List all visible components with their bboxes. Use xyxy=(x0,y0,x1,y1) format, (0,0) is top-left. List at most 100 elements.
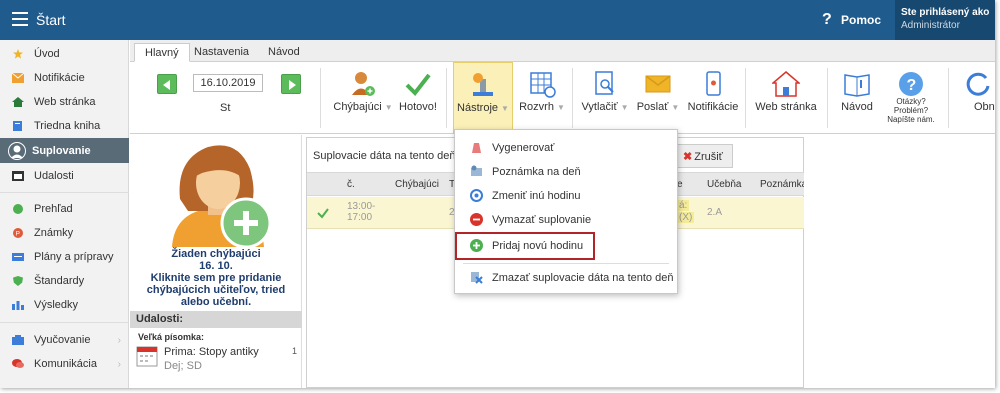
divider xyxy=(827,68,828,128)
cancel-button[interactable]: ✖ Zrušiť xyxy=(677,144,733,168)
column-header[interactable]: Chýbajúci xyxy=(395,179,439,190)
notifications-label: Notifikácie xyxy=(687,101,739,113)
menu-item-day-note[interactable]: Poznámka na deň xyxy=(455,160,677,184)
absent-panel[interactable]: Žiaden chýbajúci 16. 10. Kliknite sem pr… xyxy=(130,135,302,388)
svg-text:P: P xyxy=(16,231,21,238)
check-circle-icon xyxy=(13,204,23,214)
user-info[interactable]: Ste prihlásený ako Administrátor xyxy=(895,0,995,40)
sidebar-item-label: Úvod xyxy=(34,48,60,60)
sidebar-item-prehlad[interactable]: Prehľad xyxy=(0,197,129,221)
manual-book-icon xyxy=(844,74,870,97)
refresh-button[interactable]: Obno xyxy=(956,62,995,134)
plan-icon xyxy=(12,253,24,261)
cancel-label: Zrušiť xyxy=(694,151,723,163)
divider xyxy=(745,68,746,128)
sidebar-item-label: Notifikácie xyxy=(34,72,85,84)
tools-label: Nástroje xyxy=(457,102,499,114)
refresh-icon xyxy=(966,72,990,96)
sidebar-item-vysledky[interactable]: Výsledky xyxy=(0,293,129,317)
menu-item-delete-substitution[interactable]: Vymazať suplovanie xyxy=(455,208,677,232)
sidebar-item-label: Plány a prípravy xyxy=(34,251,114,263)
help-link[interactable]: Pomoc xyxy=(841,13,881,27)
row-cell: (X) xyxy=(677,212,695,223)
contact-button[interactable]: ? Otázky? Problém? Napíšte nám. xyxy=(882,62,940,134)
hamburger-menu-icon[interactable] xyxy=(12,12,28,26)
sidebar-item-triedna-kniha[interactable]: Triedna kniha xyxy=(0,114,129,138)
send-button[interactable]: Poslať ▼ xyxy=(632,62,684,134)
phone-icon xyxy=(706,71,721,96)
schedule-button[interactable]: Rozvrh ▼ xyxy=(514,62,570,134)
done-button[interactable]: Hotovo! xyxy=(398,62,438,134)
event-category: Veľká písomka: xyxy=(138,332,205,342)
sidebar-item-uvod[interactable]: Úvod xyxy=(0,42,129,66)
question-icon[interactable]: ? xyxy=(822,11,832,29)
tab-navod[interactable]: Návod xyxy=(258,43,310,62)
sidebar-item-label: Štandardy xyxy=(34,275,85,287)
dropdown-arrow-icon: ▼ xyxy=(384,103,393,112)
app-title[interactable]: Štart xyxy=(36,12,66,28)
print-button[interactable]: Vytlačiť ▼ xyxy=(578,62,632,134)
question-line3: Napíšte nám. xyxy=(887,115,935,124)
menu-item-label: Vymazať suplovanie xyxy=(492,214,592,226)
dropdown-arrow-icon: ▼ xyxy=(556,103,565,112)
sidebar-item-plany[interactable]: Plány a prípravy xyxy=(0,245,129,269)
notifications-button[interactable]: Notifikácie xyxy=(684,62,742,134)
date-field[interactable] xyxy=(193,74,263,92)
tab-bar: Hlavný Nastavenia Návod xyxy=(130,40,995,62)
chat-icon xyxy=(12,359,24,368)
sidebar-item-standardy[interactable]: Štandardy xyxy=(0,269,129,293)
sidebar-item-vyucovanie[interactable]: Vyučovanie › xyxy=(0,328,129,352)
column-header[interactable]: č. xyxy=(347,179,355,190)
menu-item-add-lesson[interactable]: Pridaj novú hodinu xyxy=(455,232,595,260)
generate-icon xyxy=(472,143,481,153)
dropdown-arrow-icon: ▼ xyxy=(671,103,680,112)
menu-item-erase-day-data[interactable]: Zmazať suplovacie dáta na tento deň xyxy=(455,266,677,290)
sidebar-item-suplovanie[interactable]: Suplovanie xyxy=(0,138,129,163)
previous-day-button[interactable] xyxy=(157,74,177,94)
event-title[interactable]: Prima: Stopy antiky xyxy=(164,346,259,358)
checkmark-icon xyxy=(317,208,329,219)
manual-label: Návod xyxy=(841,101,873,113)
substitution-title: Suplovacie dáta na tento deň e xyxy=(313,150,465,162)
manual-button[interactable]: Návod xyxy=(833,62,881,134)
schedule-label: Rozvrh xyxy=(519,101,554,113)
sidebar-item-komunikacia[interactable]: Komunikácia › xyxy=(0,352,129,376)
event-subtitle: Dej; SD xyxy=(164,360,202,372)
menu-item-generate[interactable]: Vygenerovať xyxy=(455,136,677,160)
menu-item-label: Zmazať suplovacie dáta na tento deň xyxy=(492,272,674,284)
row-room: 2.A xyxy=(707,207,723,218)
sidebar-item-label: Komunikácia xyxy=(34,358,97,370)
menu-item-label: Vygenerovať xyxy=(492,142,555,154)
menu-item-label: Poznámka na deň xyxy=(492,166,581,178)
divider xyxy=(0,192,129,193)
user-role: Administrátor xyxy=(901,20,960,31)
home-icon xyxy=(772,71,800,97)
chevron-right-icon: › xyxy=(117,334,121,346)
print-preview-icon xyxy=(595,71,614,95)
tab-nastavenia[interactable]: Nastavenia xyxy=(184,43,259,62)
print-label: Vytlačiť xyxy=(581,101,618,113)
bar-chart-icon xyxy=(12,301,24,310)
row-cell: á: xyxy=(677,200,690,211)
column-header[interactable]: Poznámka xyxy=(760,179,807,190)
sidebar-item-znamky[interactable]: P Známky xyxy=(0,221,129,245)
row-time-end: 17:00 xyxy=(347,212,373,223)
sidebar-item-label: Výsledky xyxy=(34,299,79,311)
add-icon xyxy=(470,239,483,252)
row-time: 13:00- xyxy=(347,201,376,212)
menu-item-change-lesson[interactable]: Zmeniť inú hodinu xyxy=(455,184,677,208)
tools-dropdown-menu: Vygenerovať Poznámka na deň Zmeniť inú h… xyxy=(454,129,678,294)
next-day-button[interactable] xyxy=(281,74,301,94)
sidebar-item-udalosti[interactable]: Udalosti xyxy=(0,164,129,188)
tools-button[interactable]: Nástroje ▼ xyxy=(453,62,513,134)
sidebar-item-web-stranka[interactable]: Web stránka xyxy=(0,90,129,114)
website-button[interactable]: Web stránka xyxy=(752,62,820,134)
calendar-icon xyxy=(12,171,24,181)
tab-hlavny[interactable]: Hlavný xyxy=(134,43,190,62)
menu-item-label: Zmeniť inú hodinu xyxy=(492,190,581,202)
sidebar-item-label: Známky xyxy=(34,227,74,239)
column-header[interactable]: Učebňa xyxy=(707,179,741,190)
user-status-label: Ste prihlásený ako xyxy=(901,7,990,18)
sidebar-item-notifikacie[interactable]: Notifikácie xyxy=(0,66,129,90)
absent-button[interactable]: Chýbajúci ▼ xyxy=(328,62,398,134)
